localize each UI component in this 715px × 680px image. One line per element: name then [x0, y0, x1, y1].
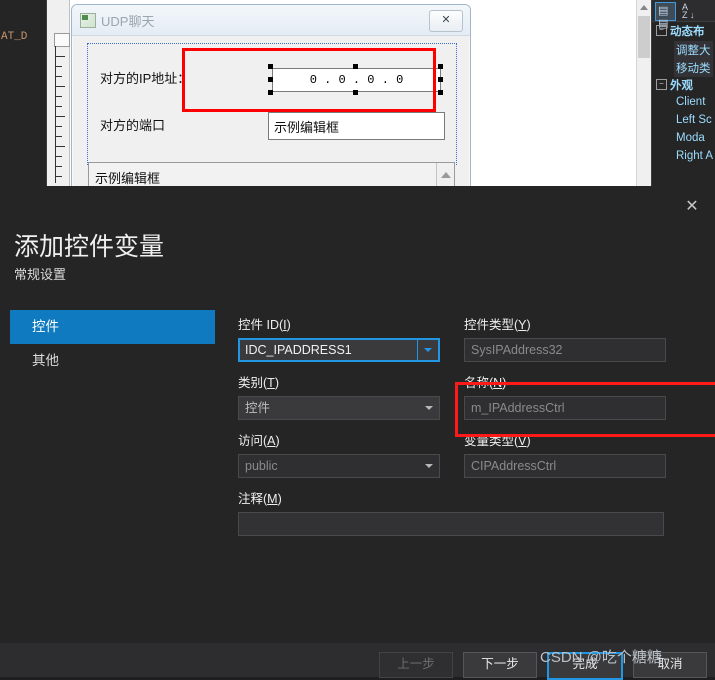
alphabetical-sort-icon[interactable]: AZ ↓ [680, 2, 699, 20]
property-label: 调整大 [674, 41, 713, 59]
comment-input[interactable] [238, 512, 664, 536]
field-control-type: 控件类型(Y) SysIPAddress32 [464, 314, 666, 362]
ip-control-highlight-box [182, 48, 436, 112]
property-row[interactable]: Left Sc [652, 112, 715, 130]
name-field-highlight-box [455, 382, 715, 437]
designer-vertical-scrollbar[interactable] [636, 0, 651, 190]
label-access: 访问(A) [238, 434, 280, 448]
collapse-icon[interactable]: − [656, 79, 667, 90]
ide-background-layer: AT_D UDP聊天 ✕ 对方的IP地址： 对方的端口 0 . 0 . 0 . [0, 0, 715, 193]
control-id-input[interactable]: IDC_IPADDRESS1 [238, 338, 440, 362]
back-button: 上一步 [379, 652, 453, 678]
property-group-row[interactable]: − 动态布 [652, 22, 715, 40]
label-port: 对方的端口 [100, 118, 166, 133]
page-subtitle: 常规设置 [14, 267, 67, 282]
designed-dialog-caption: UDP聊天 ✕ [72, 5, 470, 36]
property-label: Left Sc [676, 114, 712, 126]
resize-handle-se[interactable] [438, 90, 443, 95]
resize-handle-e[interactable] [438, 77, 443, 82]
watermark: CSDN @吃个糖糖 [540, 649, 662, 666]
categorized-view-icon[interactable]: ▤ ▤ [655, 2, 676, 30]
code-fragment-text: AT_D [1, 31, 28, 43]
wizard-sidebar: 控件 其他 [10, 310, 215, 378]
property-label: Right A [676, 150, 714, 162]
property-row[interactable]: Right A [652, 148, 715, 166]
code-editor-gutter [0, 0, 46, 190]
property-group-label: 动态布 [670, 26, 705, 38]
field-comment: 注释(M) [238, 488, 664, 536]
property-row[interactable]: 移动类 [652, 58, 715, 77]
label-control-id: 控件 ID(I) [238, 318, 291, 332]
properties-rows: − 动态布 调整大 移动类 − 外观 Client Left Sc Moda R… [652, 22, 715, 190]
sidebar-item-other[interactable]: 其他 [10, 344, 215, 378]
property-label: 移动类 [674, 59, 713, 77]
property-label: Client [676, 96, 706, 108]
scrollbar-thumb[interactable] [638, 16, 650, 58]
field-control-id: 控件 ID(I) IDC_IPADDRESS1 [238, 314, 440, 362]
field-category: 类别(T) 控件 [238, 372, 440, 420]
sidebar-item-control[interactable]: 控件 [10, 310, 215, 344]
chevron-down-icon[interactable] [419, 397, 439, 419]
property-row[interactable]: Moda [652, 130, 715, 148]
category-select[interactable]: 控件 [238, 396, 440, 420]
control-type-input: SysIPAddress32 [464, 338, 666, 362]
field-access: 访问(A) public [238, 430, 440, 478]
label-control-type: 控件类型(Y) [464, 318, 531, 332]
property-row[interactable]: 调整大 [652, 40, 715, 59]
variable-type-input: CIPAddressCtrl [464, 454, 666, 478]
property-row[interactable]: Client [652, 94, 715, 112]
property-group-label: 外观 [670, 80, 693, 92]
ruler-origin-box [54, 33, 70, 47]
properties-panel[interactable]: ▤ ▤ AZ ↓ − 动态布 调整大 移动类 − 外观 Client Left … [651, 0, 715, 190]
form-row: 注释(M) [238, 488, 666, 536]
collapse-icon[interactable]: − [656, 25, 667, 36]
properties-toolbar: ▤ ▤ AZ ↓ [652, 0, 715, 30]
port-edit-box[interactable]: 示例编辑框 [268, 112, 445, 140]
sample-list-box-text: 示例编辑框 [95, 171, 161, 186]
app-icon [80, 13, 96, 28]
scroll-up-icon[interactable] [640, 5, 648, 10]
designer-ruler [47, 0, 70, 190]
chevron-down-icon[interactable] [417, 340, 438, 360]
form-row: 访问(A) public 变量类型(V) CIPAddressCtrl [238, 430, 666, 478]
designed-dialog-close-button[interactable]: ✕ [429, 10, 463, 32]
next-button[interactable]: 下一步 [463, 652, 537, 678]
label-comment: 注释(M) [238, 492, 282, 506]
property-label: Moda [676, 132, 705, 144]
label-category: 类别(T) [238, 376, 279, 390]
property-group-row[interactable]: − 外观 [652, 76, 715, 94]
page-title: 添加控件变量 [14, 233, 165, 261]
port-edit-text: 示例编辑框 [274, 120, 340, 135]
close-icon[interactable]: ✕ [677, 194, 707, 220]
resize-handle-ne[interactable] [438, 64, 443, 69]
chevron-down-icon[interactable] [419, 455, 439, 477]
field-variable-type: 变量类型(V) CIPAddressCtrl [464, 430, 666, 478]
access-select[interactable]: public [238, 454, 440, 478]
designed-dialog-title: UDP聊天 [101, 14, 155, 29]
label-ip-address: 对方的IP地址： [100, 71, 191, 86]
scroll-up-icon[interactable] [441, 172, 451, 178]
form-row: 控件 ID(I) IDC_IPADDRESS1 控件类型(Y) SysIPAdd… [238, 314, 666, 362]
